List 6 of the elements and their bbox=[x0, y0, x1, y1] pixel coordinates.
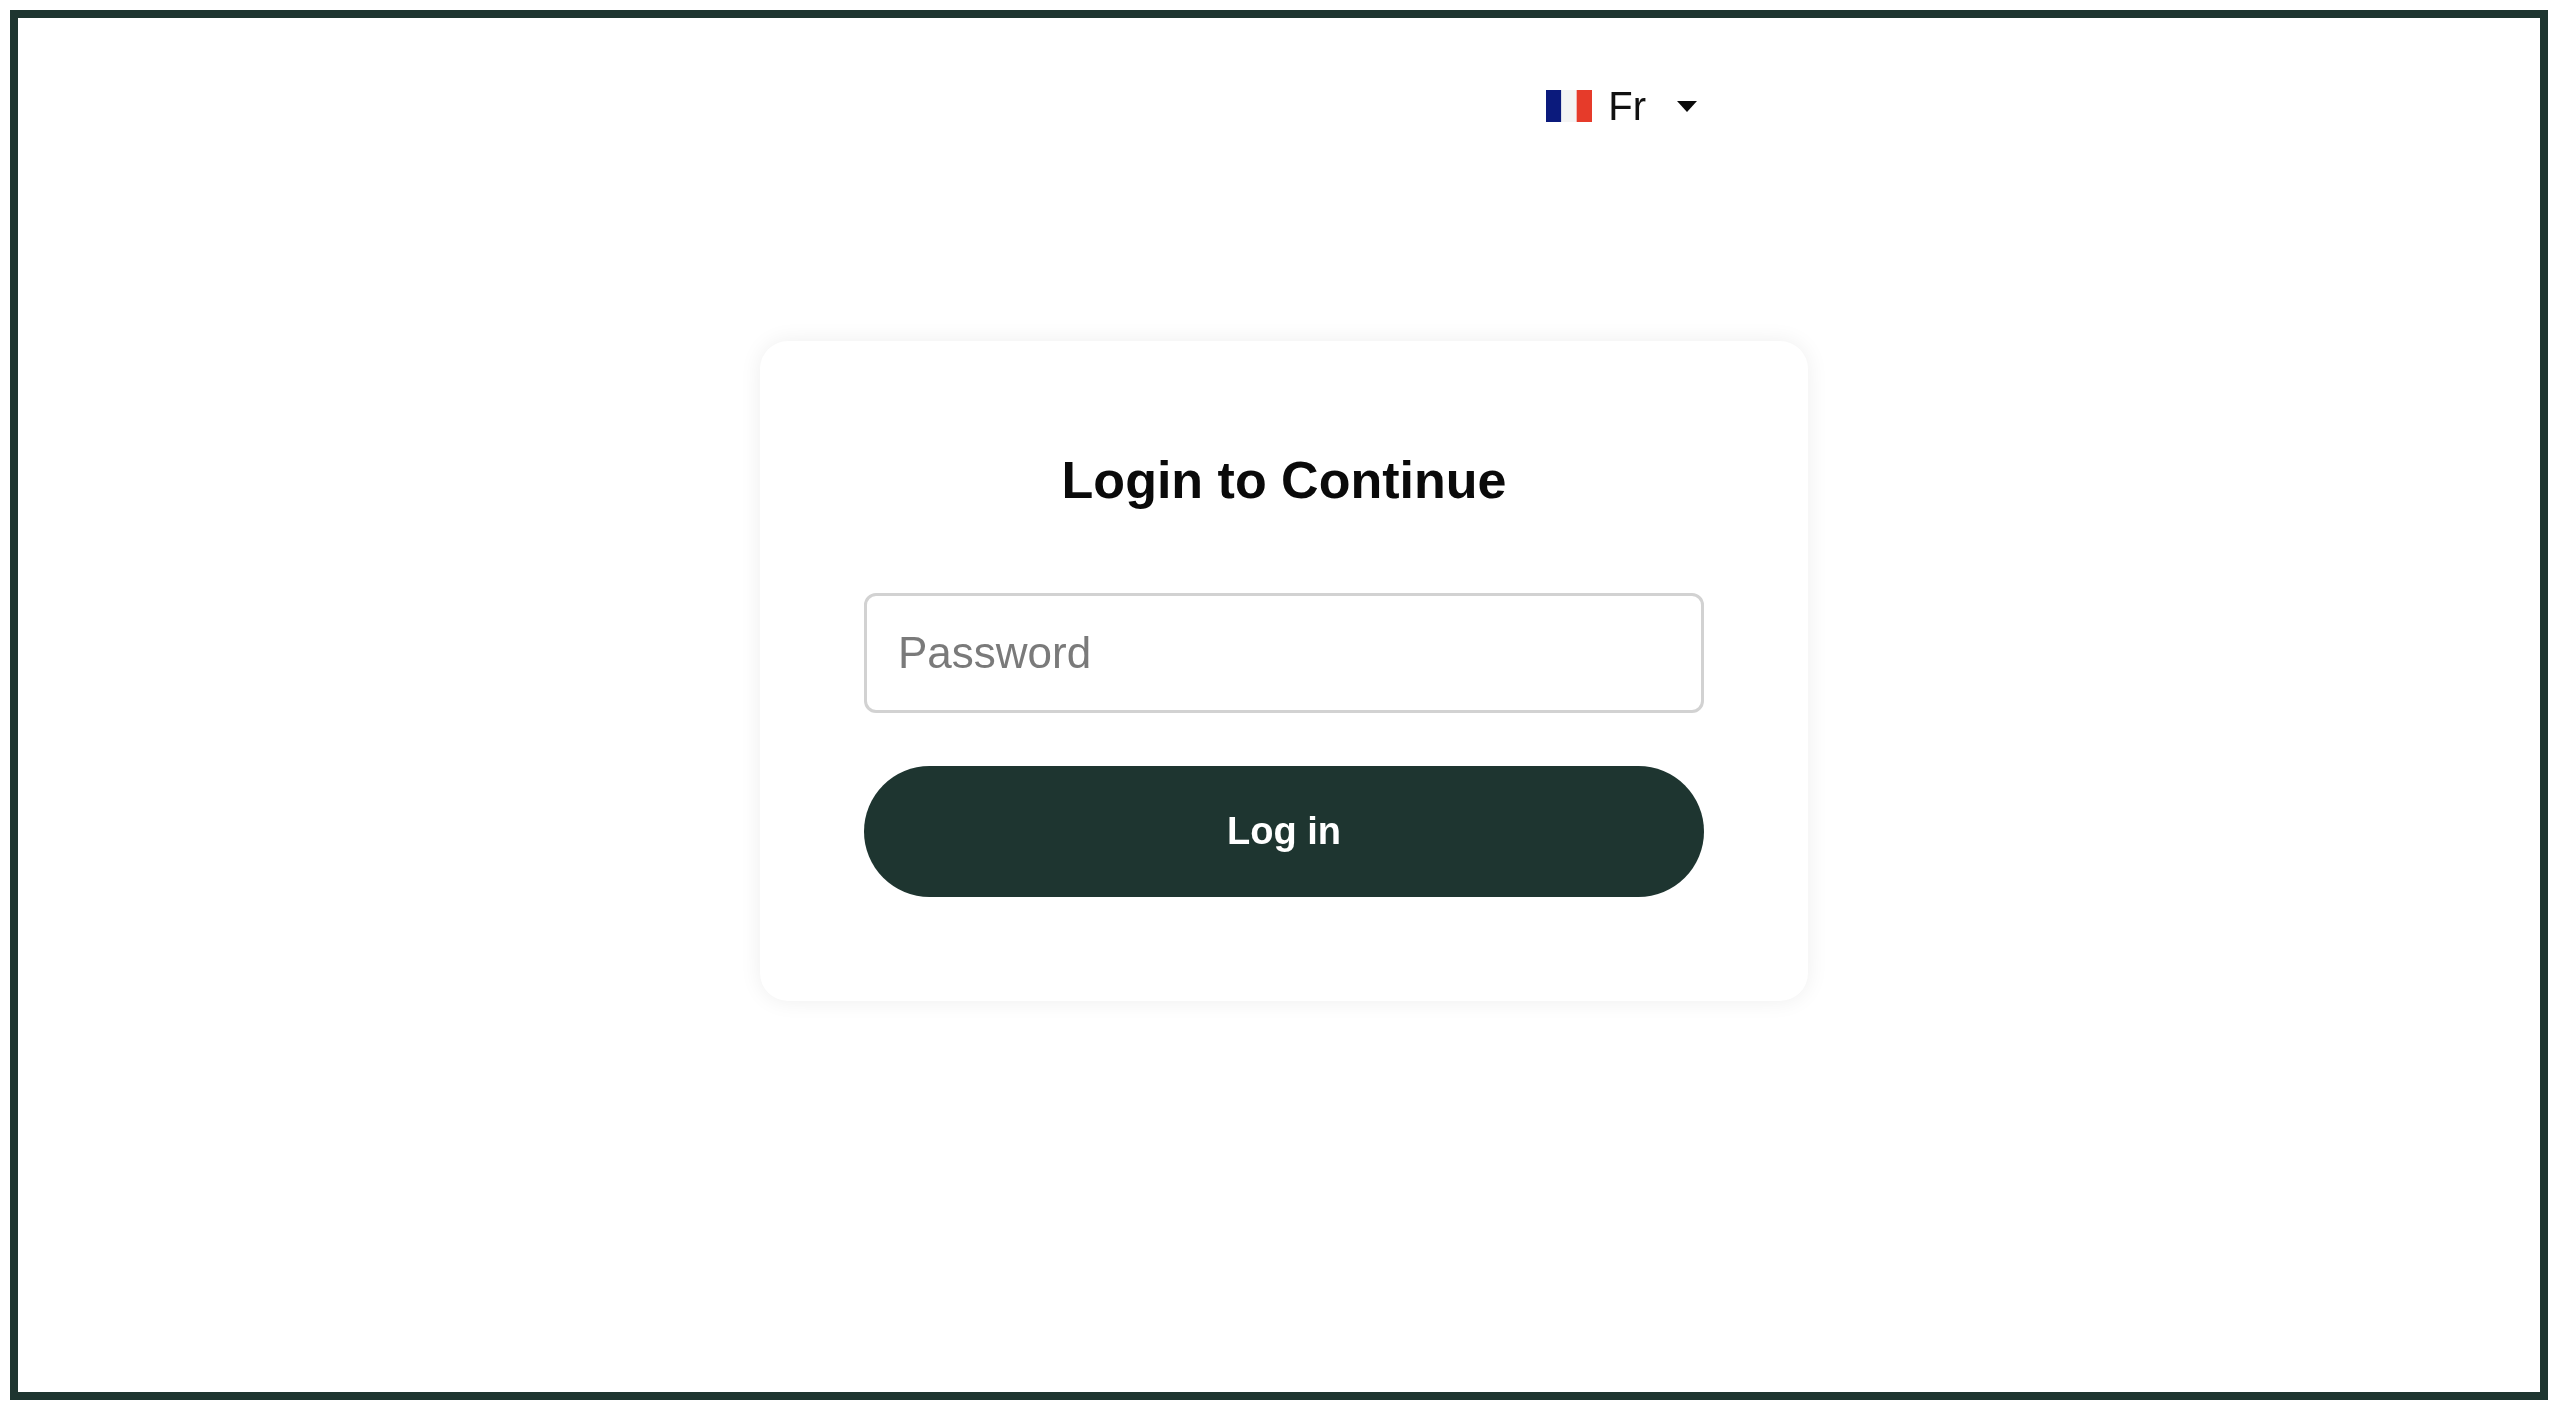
flag-icon bbox=[1546, 90, 1593, 122]
password-field[interactable]: Password bbox=[864, 593, 1704, 713]
login-button[interactable]: Log in bbox=[864, 766, 1704, 897]
login-title: Login to Continue bbox=[1061, 450, 1507, 511]
caret-icon bbox=[1677, 100, 1697, 112]
language-dropdown[interactable]: Fr bbox=[1546, 88, 1697, 124]
